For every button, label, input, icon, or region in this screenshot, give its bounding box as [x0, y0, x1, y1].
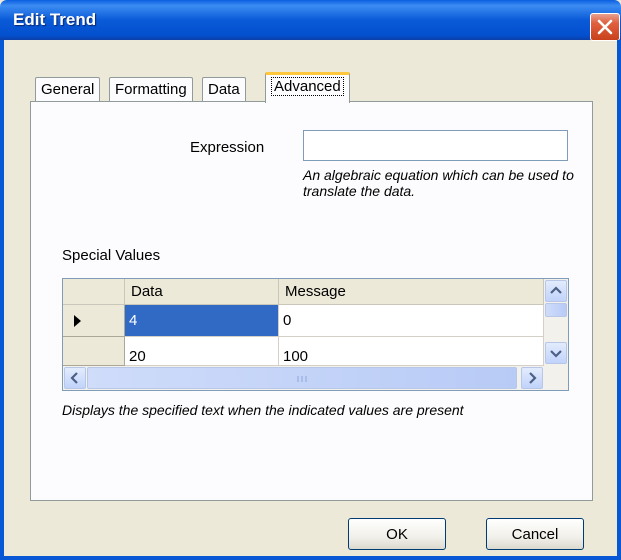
- cell-data[interactable]: 4: [125, 305, 279, 337]
- scroll-up-button[interactable]: [545, 280, 567, 302]
- column-header-data-label: Data: [131, 283, 163, 300]
- chevron-right-icon: [529, 372, 537, 384]
- expression-label: Expression: [190, 139, 265, 156]
- window-border-left: [0, 40, 4, 560]
- cell-data-value: 20: [129, 348, 146, 365]
- cell-data-value: 4: [129, 312, 138, 329]
- tab-data[interactable]: Data: [202, 77, 246, 101]
- window-title: Edit Trend: [13, 10, 97, 29]
- tab-general-label: General: [41, 81, 95, 98]
- scroll-left-button[interactable]: [64, 367, 86, 389]
- cell-message[interactable]: 0: [279, 305, 544, 337]
- grip-icon: [297, 376, 307, 382]
- expression-input[interactable]: [303, 130, 568, 161]
- tab-general[interactable]: General: [35, 77, 101, 101]
- column-header-message[interactable]: Message: [279, 279, 544, 305]
- row-header[interactable]: [63, 337, 125, 366]
- grid-hint: Displays the specified text when the ind…: [62, 402, 464, 418]
- tab-data-label: Data: [208, 81, 240, 98]
- expression-hint: An algebraic equation which can be used …: [303, 167, 574, 199]
- column-header-data[interactable]: Data: [125, 279, 279, 305]
- tab-formatting-label: Formatting: [115, 81, 187, 98]
- special-values-grid[interactable]: Data Message 4 0 20 100: [62, 278, 569, 391]
- tab-formatting[interactable]: Formatting: [109, 77, 193, 101]
- close-button[interactable]: [590, 13, 620, 41]
- cancel-button[interactable]: Cancel: [486, 518, 584, 550]
- close-icon: [597, 19, 613, 35]
- grid-corner-header: [63, 279, 125, 305]
- chevron-left-icon: [70, 372, 78, 384]
- vertical-scrollbar[interactable]: [544, 279, 568, 366]
- tab-advanced-label: Advanced: [271, 77, 344, 96]
- cell-message-value: 0: [283, 312, 292, 329]
- column-header-message-label: Message: [285, 283, 346, 300]
- row-header[interactable]: [63, 305, 125, 337]
- title-bar: Edit Trend: [0, 0, 621, 41]
- scroll-right-button[interactable]: [521, 367, 543, 389]
- window-border-bottom: [0, 556, 621, 560]
- special-values-label: Special Values: [62, 247, 161, 264]
- current-row-arrow-icon: [74, 315, 81, 327]
- cell-message[interactable]: 100: [279, 337, 544, 366]
- cell-data[interactable]: 20: [125, 337, 279, 366]
- scroll-down-button[interactable]: [545, 342, 567, 364]
- chevron-down-icon: [550, 350, 562, 358]
- tab-advanced[interactable]: Advanced: [265, 72, 350, 103]
- ok-button[interactable]: OK: [348, 518, 446, 550]
- cell-message-value: 100: [283, 348, 309, 365]
- chevron-up-icon: [550, 286, 562, 294]
- vertical-scroll-thumb[interactable]: [545, 303, 567, 317]
- window-border-right: [617, 40, 621, 560]
- horizontal-scrollbar[interactable]: [63, 366, 568, 390]
- horizontal-scroll-thumb[interactable]: [87, 367, 517, 389]
